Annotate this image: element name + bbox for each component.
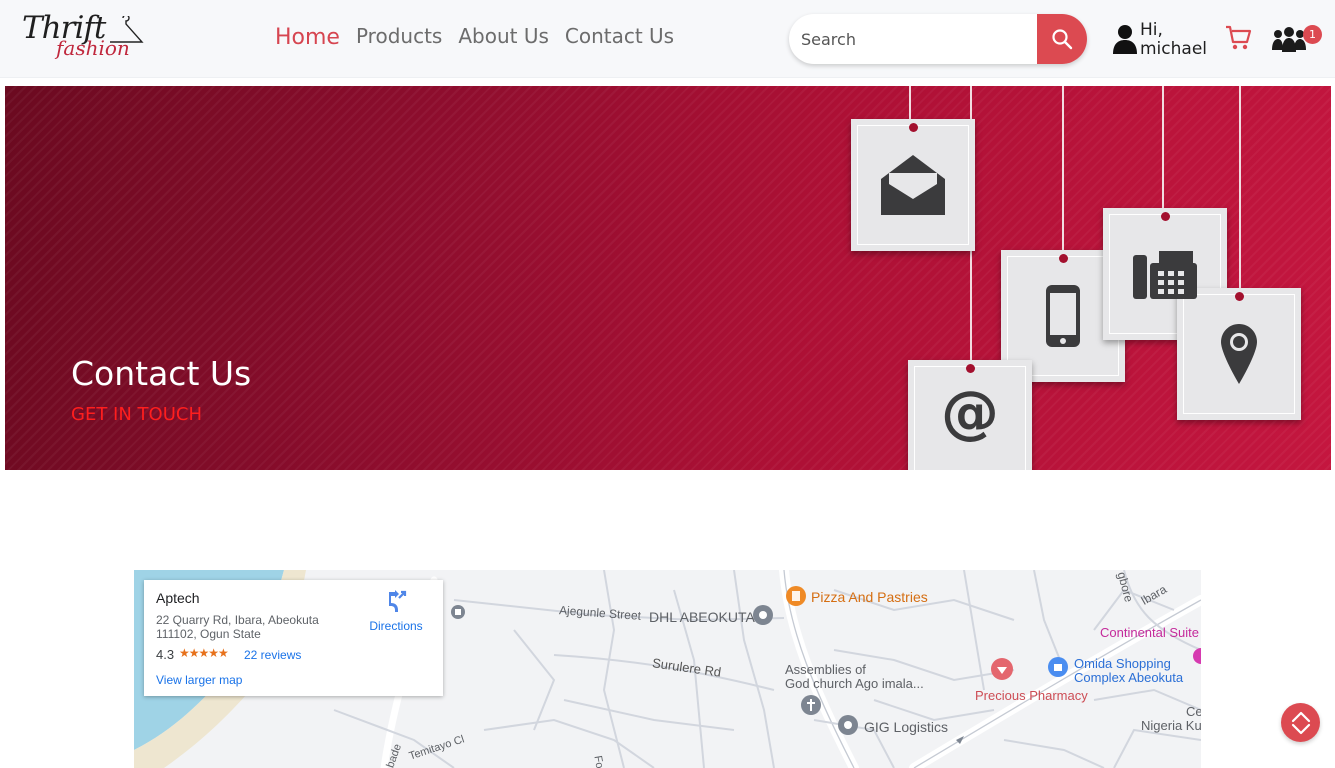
site-logo[interactable]: Thrift fashion	[22, 10, 146, 68]
map-label: Precious Pharmacy	[975, 688, 1088, 703]
search-bar	[789, 14, 1087, 64]
at-sign-icon: @	[941, 382, 999, 442]
hanger-icon	[110, 16, 144, 43]
nav-contact-us[interactable]: Contact Us	[565, 24, 674, 50]
directions-button[interactable]: Directions	[366, 590, 426, 633]
svg-text:@: @	[941, 382, 999, 442]
map-label: Continental Suite	[1100, 625, 1200, 640]
map-label: Assemblies of	[785, 662, 866, 677]
directions-label: Directions	[369, 619, 423, 633]
place-name: Aptech	[156, 590, 200, 606]
user-greeting: Hi,	[1140, 20, 1163, 40]
nav-home[interactable]: Home	[275, 25, 340, 50]
place-address: 22 Quarry Rd, Ibara, Abeokuta 111102, Og…	[156, 613, 319, 641]
map-label: Pizza And Pastries	[811, 589, 928, 605]
search-button[interactable]	[1037, 14, 1087, 64]
map-label: Omida Shopping	[1074, 656, 1171, 671]
location-tag	[1177, 288, 1301, 420]
search-icon	[1052, 29, 1073, 50]
view-larger-map-link[interactable]: View larger map	[156, 673, 242, 687]
nav-about-us[interactable]: About Us	[458, 24, 549, 50]
user-name: michael	[1140, 39, 1208, 59]
friends-count-badge: 1	[1303, 25, 1322, 44]
chevron-up-down-icon	[1291, 711, 1310, 734]
map-label: DHL ABEOKUTA	[649, 609, 755, 625]
cart-icon	[1226, 25, 1252, 50]
location-pin-icon	[1221, 324, 1257, 384]
map-label: Fo	[591, 754, 606, 768]
banner-subtitle: GET IN TOUCH	[71, 404, 202, 425]
envelope-icon	[881, 155, 945, 215]
at-sign-tag: @	[908, 360, 1032, 470]
place-rating: 4.3	[156, 647, 175, 662]
map-label: Ce	[1186, 704, 1201, 719]
envelope-tag	[851, 119, 975, 251]
people-group-icon	[1272, 27, 1306, 52]
main-nav: Home Products About Us Contact Us	[275, 24, 674, 50]
map-label: GIG Logistics	[864, 719, 949, 735]
star-rating-icon: ★★★★★	[179, 646, 229, 660]
friends-button[interactable]	[1271, 26, 1307, 52]
map-label: God church Ago imala...	[785, 676, 924, 691]
banner-title: Contact Us	[71, 354, 252, 393]
top-header: Thrift fashion Home Products About Us Co…	[0, 0, 1335, 78]
cart-button[interactable]	[1224, 24, 1252, 52]
map-label: Complex Abeokuta	[1074, 670, 1184, 685]
map-place-card: Aptech 22 Quarry Rd, Ibara, Abeokuta 111…	[144, 580, 443, 696]
hanging-string	[1162, 86, 1164, 216]
directions-icon	[389, 590, 407, 612]
mobile-phone-icon	[1046, 285, 1080, 347]
user-account[interactable]: Hi, michael	[1112, 20, 1212, 60]
hanging-string	[1239, 86, 1241, 296]
search-input[interactable]	[801, 26, 1031, 52]
nav-products[interactable]: Products	[356, 24, 442, 50]
reviews-link[interactable]: 22 reviews	[244, 648, 301, 662]
contact-banner: @ Contact Us GET IN TOUCH	[5, 86, 1331, 470]
user-icon	[1113, 25, 1137, 54]
map-label: Nigeria Ku	[1141, 718, 1201, 733]
scroll-top-button[interactable]	[1281, 703, 1320, 742]
hanging-string	[1062, 86, 1064, 258]
